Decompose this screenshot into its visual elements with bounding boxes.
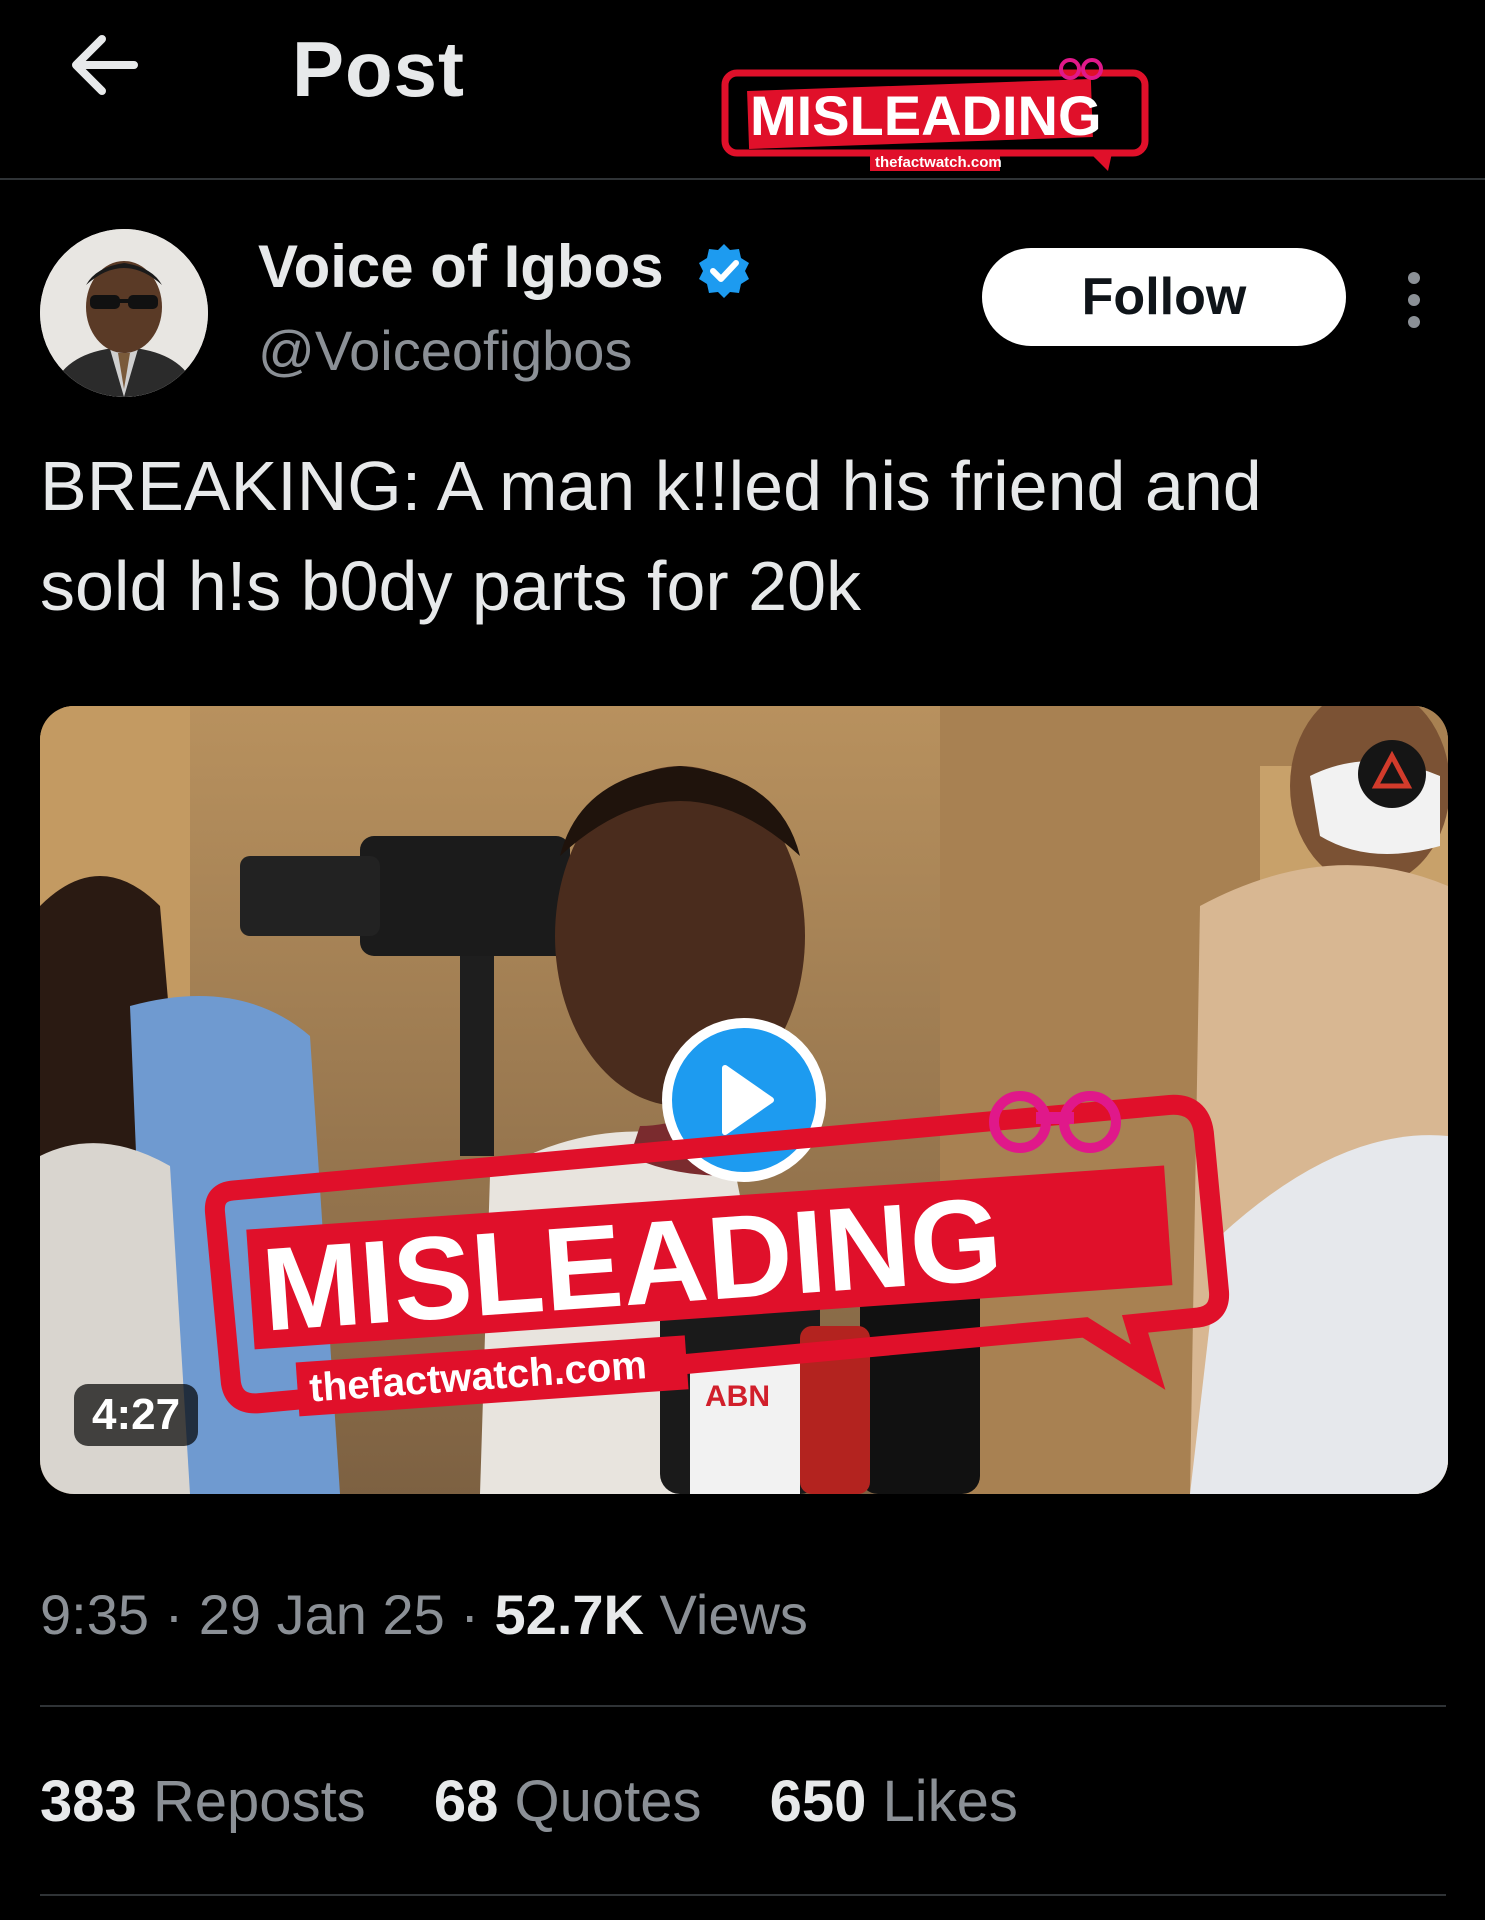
views-count: 52.7K — [494, 1583, 644, 1646]
post-text: BREAKING: A man k!!led his friend and so… — [40, 436, 1440, 636]
stamp-small-label: MISLEADING — [750, 84, 1102, 147]
author-name[interactable]: Voice of Igbos — [258, 232, 664, 301]
likes-label: Likes — [882, 1769, 1018, 1834]
meta-divider — [40, 1705, 1446, 1707]
engagement-stats: 383 Reposts 68 Quotes 650 Likes — [40, 1768, 1070, 1835]
follow-button[interactable]: Follow — [982, 248, 1346, 346]
verified-badge-icon — [696, 242, 752, 298]
avatar[interactable] — [40, 229, 208, 397]
meta-separator: · — [460, 1583, 479, 1646]
meta-separator: · — [164, 1583, 184, 1646]
post-text-line-1: BREAKING: A man k!!led his friend and — [40, 447, 1262, 525]
header-divider — [0, 178, 1485, 180]
video-media[interactable]: ABN MISLEADING thefactwatch.com 4:27 — [40, 706, 1448, 1494]
author-handle[interactable]: @Voiceofigbos — [258, 318, 632, 383]
likes-count: 650 — [769, 1769, 867, 1834]
quotes-stat[interactable]: 68 Quotes — [434, 1769, 702, 1834]
post-meta: 9:35 · 29 Jan 25 · 52.7K Views — [40, 1582, 808, 1647]
back-arrow-icon[interactable] — [66, 25, 146, 105]
quotes-count: 68 — [433, 1769, 499, 1834]
post-text-line-2: sold h!s b0dy parts for 20k — [40, 547, 861, 625]
post-date: 29 Jan 25 — [198, 1583, 445, 1646]
video-duration-badge: 4:27 — [74, 1384, 199, 1446]
likes-stat[interactable]: 650 Likes — [770, 1769, 1018, 1834]
reposts-count: 383 — [40, 1769, 137, 1834]
views-label: Views — [659, 1583, 808, 1646]
quotes-label: Quotes — [514, 1769, 702, 1834]
misleading-stamp-large: MISLEADING thefactwatch.com — [200, 1086, 1260, 1446]
more-options-icon[interactable] — [1396, 270, 1432, 330]
reposts-stat[interactable]: 383 Reposts — [40, 1769, 366, 1834]
stamp-large-label: MISLEADING — [258, 1173, 1006, 1356]
bottom-divider — [40, 1894, 1446, 1896]
page-title: Post — [292, 25, 466, 113]
post-time: 9:35 — [40, 1583, 149, 1646]
misleading-stamp-small: MISLEADING thefactwatch.com — [720, 55, 1160, 175]
stamp-small-site: thefactwatch.com — [875, 154, 1002, 171]
reposts-label: Reposts — [152, 1769, 366, 1834]
